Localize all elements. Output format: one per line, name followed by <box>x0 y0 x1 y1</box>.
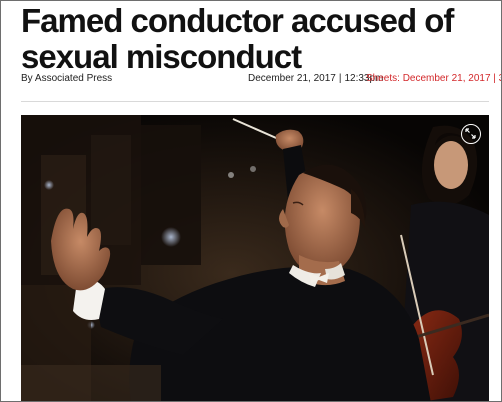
expand-photo-button[interactable] <box>461 124 481 144</box>
article-photo[interactable] <box>21 115 489 401</box>
published-date: December 21, 2017 <box>248 73 336 84</box>
byline-row: By Associated Press December 21, 2017 | 12… <box>21 73 501 89</box>
date-separator: | <box>338 73 342 84</box>
conductor-photo <box>21 115 489 401</box>
byline[interactable]: By Associated Press <box>21 73 112 84</box>
article-page: Famed conductor accused of sexual miscon… <box>0 0 502 402</box>
dateline: December 21, 2017 | 12:33pm Sheets: Decemb… <box>248 73 501 84</box>
expand-arrows-icon <box>465 128 476 139</box>
article-headline: Famed conductor accused of sexual miscon… <box>21 2 454 75</box>
updated-timestamp: Sheets: December 21, 2017 | 3:08pm <box>366 73 501 84</box>
divider <box>21 101 489 102</box>
